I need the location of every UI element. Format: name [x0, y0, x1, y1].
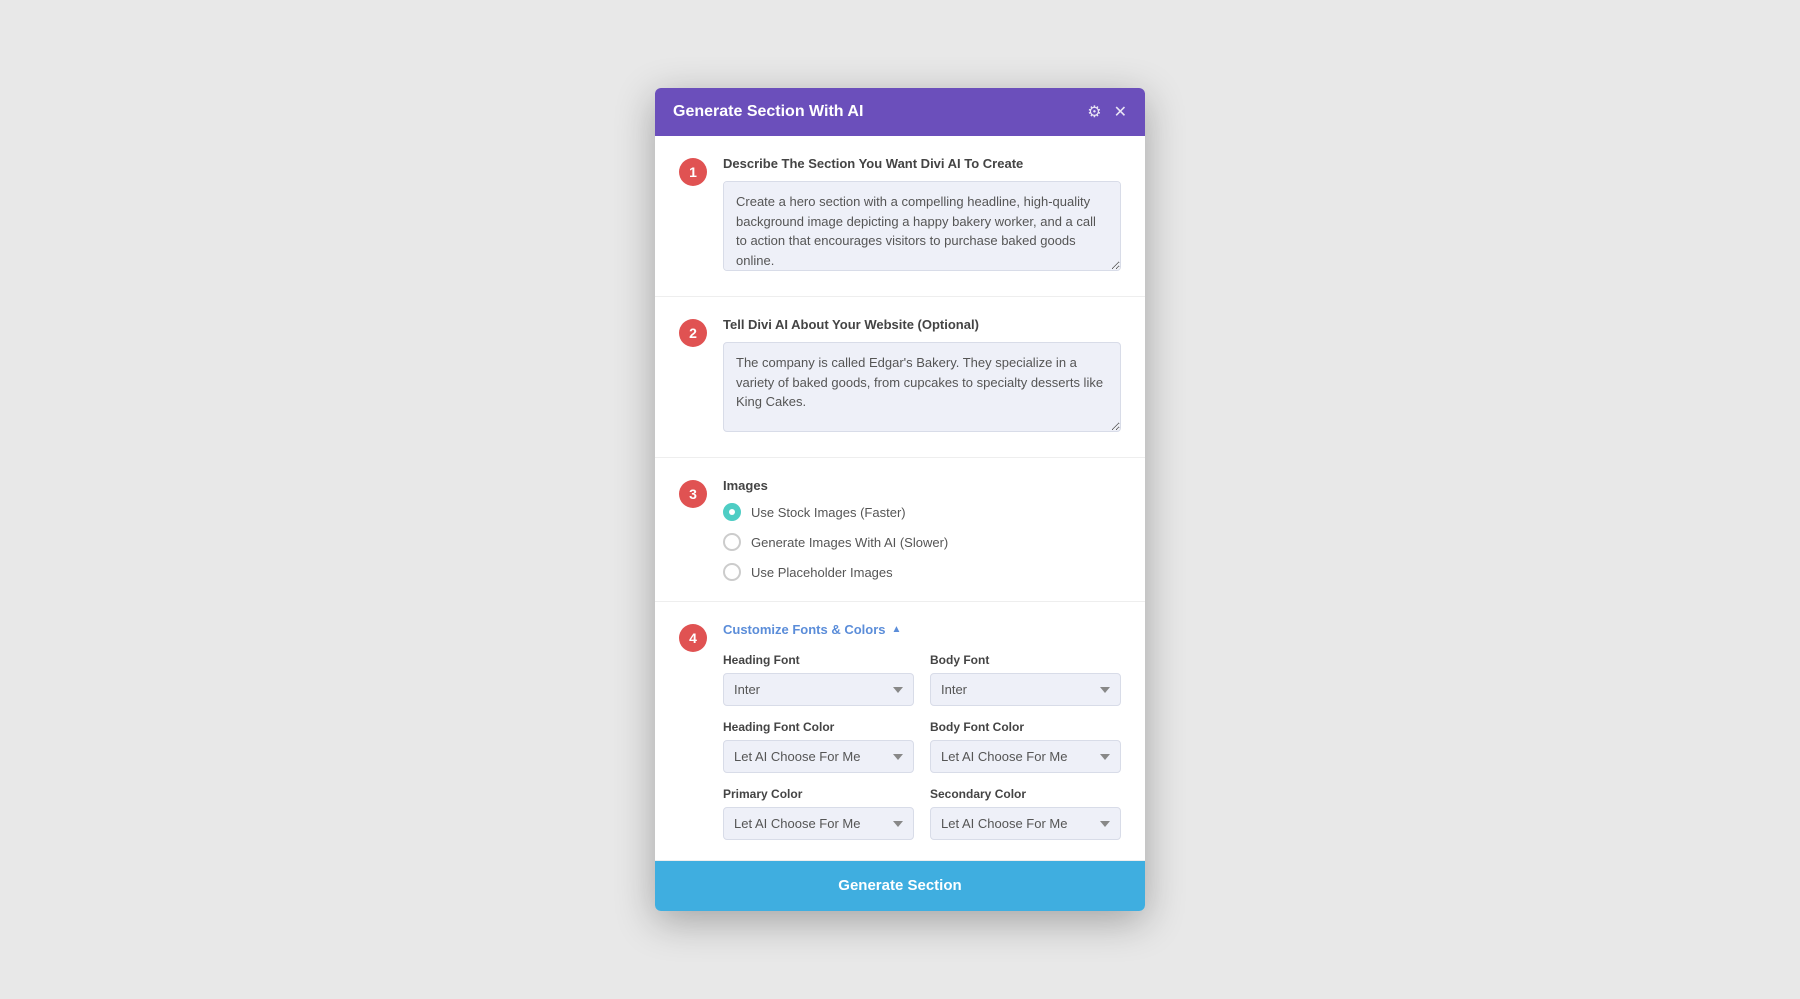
- modal-body: 1 Describe The Section You Want Divi AI …: [655, 136, 1145, 861]
- radio-ai-circle: [723, 533, 741, 551]
- generate-section-button[interactable]: Generate Section: [671, 877, 1129, 894]
- heading-font-group: Heading Font InterRobotoOpen SansLatoMon…: [723, 653, 914, 706]
- modal-overlay: Generate Section With AI ⚙ ✕ 1 Describe …: [655, 88, 1145, 911]
- heading-font-select[interactable]: InterRobotoOpen SansLatoMontserrat: [723, 673, 914, 706]
- radio-stock-label: Use Stock Images (Faster): [751, 505, 906, 520]
- customize-fonts-colors-link[interactable]: Customize Fonts & Colors ▲: [723, 622, 1121, 637]
- heading-font-color-group: Heading Font Color Let AI Choose For MeC…: [723, 720, 914, 773]
- primary-color-group: Primary Color Let AI Choose For MeCustom…: [723, 787, 914, 840]
- step3-content: Images Use Stock Images (Faster) Generat…: [723, 478, 1121, 581]
- close-icon[interactable]: ✕: [1114, 102, 1127, 122]
- step1-label: Describe The Section You Want Divi AI To…: [723, 156, 1121, 171]
- heading-font-color-label: Heading Font Color: [723, 720, 914, 734]
- secondary-color-select[interactable]: Let AI Choose For MeCustom Color: [930, 807, 1121, 840]
- step3-label: Images: [723, 478, 1121, 493]
- body-font-label: Body Font: [930, 653, 1121, 667]
- radio-stock-circle: [723, 503, 741, 521]
- step1-section: 1 Describe The Section You Want Divi AI …: [655, 136, 1145, 297]
- step1-content: Describe The Section You Want Divi AI To…: [723, 156, 1121, 276]
- images-radio-group: Use Stock Images (Faster) Generate Image…: [723, 503, 1121, 581]
- step1-textarea[interactable]: Create a hero section with a compelling …: [723, 181, 1121, 271]
- radio-stock-images[interactable]: Use Stock Images (Faster): [723, 503, 1121, 521]
- secondary-color-group: Secondary Color Let AI Choose For MeCust…: [930, 787, 1121, 840]
- fonts-colors-grid: Heading Font InterRobotoOpen SansLatoMon…: [723, 653, 1121, 840]
- modal-header-actions: ⚙ ✕: [1087, 102, 1127, 122]
- customize-label: Customize Fonts & Colors: [723, 622, 886, 637]
- chevron-up-icon: ▲: [892, 624, 902, 635]
- primary-color-select[interactable]: Let AI Choose For MeCustom Color: [723, 807, 914, 840]
- step3-badge: 3: [679, 480, 707, 508]
- step3-section: 3 Images Use Stock Images (Faster) Gener…: [655, 458, 1145, 602]
- heading-font-color-select[interactable]: Let AI Choose For MeCustom Color: [723, 740, 914, 773]
- modal: Generate Section With AI ⚙ ✕ 1 Describe …: [655, 88, 1145, 911]
- secondary-color-label: Secondary Color: [930, 787, 1121, 801]
- modal-header: Generate Section With AI ⚙ ✕: [655, 88, 1145, 136]
- settings-icon[interactable]: ⚙: [1087, 102, 1101, 122]
- primary-color-label: Primary Color: [723, 787, 914, 801]
- radio-placeholder-label: Use Placeholder Images: [751, 565, 893, 580]
- step2-badge: 2: [679, 319, 707, 347]
- body-font-color-label: Body Font Color: [930, 720, 1121, 734]
- step4-badge: 4: [679, 624, 707, 652]
- step2-section: 2 Tell Divi AI About Your Website (Optio…: [655, 297, 1145, 458]
- step2-label: Tell Divi AI About Your Website (Optiona…: [723, 317, 1121, 332]
- radio-ai-label: Generate Images With AI (Slower): [751, 535, 948, 550]
- body-font-group: Body Font InterRobotoOpen SansLatoMontse…: [930, 653, 1121, 706]
- radio-placeholder-circle: [723, 563, 741, 581]
- modal-footer[interactable]: Generate Section: [655, 861, 1145, 911]
- step2-textarea[interactable]: The company is called Edgar's Bakery. Th…: [723, 342, 1121, 432]
- step1-badge: 1: [679, 158, 707, 186]
- body-font-color-group: Body Font Color Let AI Choose For MeCust…: [930, 720, 1121, 773]
- step4-section: 4 Customize Fonts & Colors ▲ Heading Fon…: [655, 602, 1145, 861]
- body-font-color-select[interactable]: Let AI Choose For MeCustom Color: [930, 740, 1121, 773]
- step2-content: Tell Divi AI About Your Website (Optiona…: [723, 317, 1121, 437]
- radio-placeholder-images[interactable]: Use Placeholder Images: [723, 563, 1121, 581]
- heading-font-label: Heading Font: [723, 653, 914, 667]
- body-font-select[interactable]: InterRobotoOpen SansLatoMontserrat: [930, 673, 1121, 706]
- radio-ai-images[interactable]: Generate Images With AI (Slower): [723, 533, 1121, 551]
- step4-content: Customize Fonts & Colors ▲ Heading Font …: [723, 622, 1121, 840]
- modal-title: Generate Section With AI: [673, 103, 863, 121]
